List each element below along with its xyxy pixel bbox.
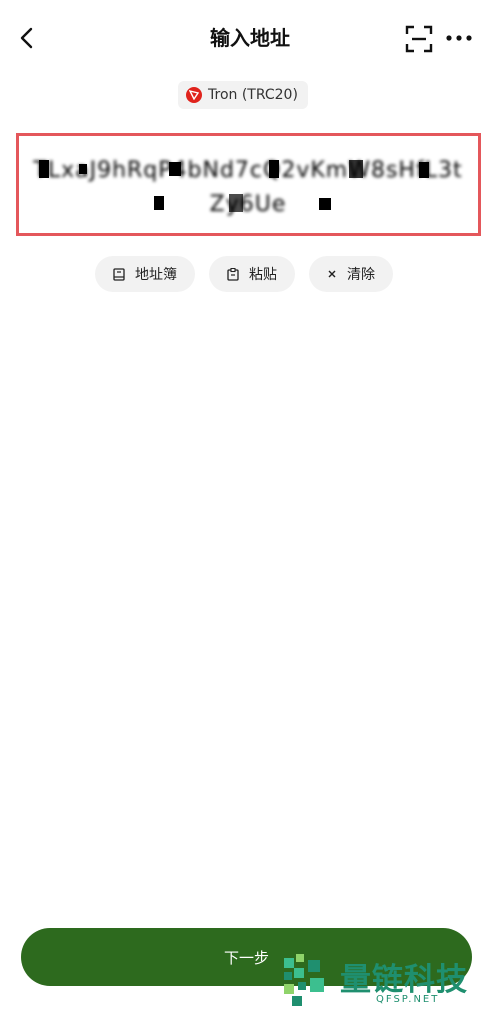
pixel-mask: [349, 160, 363, 178]
network-selector[interactable]: Tron (TRC20): [178, 81, 308, 109]
pixel-mask: [169, 162, 181, 176]
pixel-mask: [319, 198, 331, 210]
address-actions: 地址簿 粘贴 清除: [95, 256, 393, 292]
clear-label: 清除: [347, 267, 375, 283]
address-input[interactable]: TLxaJ9hRqP4bNd7cQ2vKmW8sHfL3tZy6Ue: [16, 133, 481, 236]
scan-qr-icon[interactable]: [404, 24, 434, 54]
close-icon: [328, 270, 336, 278]
watermark-domain: QFSP.NET: [376, 994, 440, 1005]
pixel-mask: [154, 196, 164, 210]
address-book-icon: [113, 267, 125, 281]
top-bar: 输入地址: [0, 0, 500, 76]
pixel-mask: [79, 164, 87, 174]
watermark-logo-icon: [284, 954, 324, 1006]
watermark: 量链科技 QFSP.NET: [278, 946, 500, 1013]
address-book-button[interactable]: 地址簿: [95, 256, 195, 292]
clipboard-icon: [227, 267, 239, 281]
paste-button[interactable]: 粘贴: [209, 256, 295, 292]
pixel-mask: [229, 194, 243, 212]
address-book-label: 地址簿: [135, 267, 177, 283]
tron-logo-icon: [186, 87, 202, 103]
pixel-mask: [419, 162, 429, 178]
pixel-mask: [39, 160, 49, 178]
network-label: Tron (TRC20): [208, 87, 298, 103]
address-value: TLxaJ9hRqP4bNd7cQ2vKmW8sHfL3tZy6Ue: [33, 158, 463, 217]
more-options-icon[interactable]: [444, 25, 476, 51]
clear-button[interactable]: 清除: [309, 256, 393, 292]
watermark-brand: 量链科技: [340, 962, 468, 998]
pixel-mask: [269, 160, 279, 178]
paste-label: 粘贴: [249, 267, 277, 283]
